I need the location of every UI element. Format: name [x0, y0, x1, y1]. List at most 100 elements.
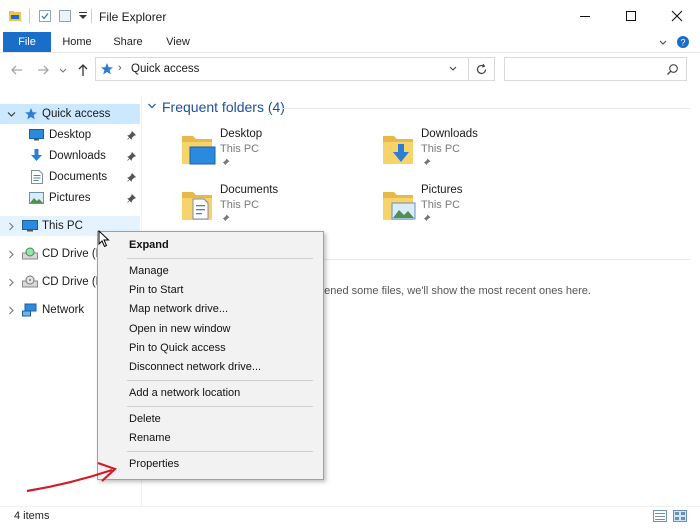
cd-drive-icon: [22, 247, 38, 260]
folder-name: Desktop: [220, 128, 263, 140]
large-icons-view-icon[interactable]: [673, 510, 687, 522]
nav-label: Desktop: [49, 129, 92, 141]
context-menu: Expand Manage Pin to Start Map network d…: [97, 231, 324, 480]
customize-qat-icon[interactable]: [76, 9, 90, 23]
pin-icon: [423, 214, 431, 222]
folder-tile-downloads[interactable]: Downloads This PC: [381, 128, 561, 178]
address-divider: [468, 58, 469, 80]
minimize-button[interactable]: [562, 0, 608, 32]
expand-chevron-down-icon[interactable]: [7, 110, 16, 119]
pin-icon[interactable]: [127, 152, 136, 161]
status-item-count: 4 items: [14, 510, 50, 522]
pictures-icon: [29, 192, 44, 204]
qat-divider: [29, 9, 30, 23]
download-arrow-icon: [31, 149, 42, 161]
group-collapse-chevron-icon[interactable]: [147, 101, 157, 111]
nav-item-downloads[interactable]: Downloads: [0, 146, 140, 166]
tab-share[interactable]: Share: [108, 32, 148, 52]
folder-location: This PC: [421, 199, 461, 211]
nav-label: Documents: [49, 171, 108, 183]
menu-item-delete[interactable]: Delete: [129, 413, 161, 425]
ribbon: File Home Share View ?: [0, 32, 700, 53]
desktop-icon: [29, 129, 44, 141]
menu-separator: [127, 406, 313, 407]
menu-item-pin-quick-access[interactable]: Pin to Quick access: [129, 342, 226, 354]
pin-icon[interactable]: [127, 131, 136, 140]
help-icon[interactable]: ?: [676, 35, 690, 49]
refresh-icon[interactable]: [475, 63, 488, 76]
expand-chevron-right-icon[interactable]: [7, 306, 16, 315]
expand-chevron-right-icon[interactable]: [7, 222, 16, 231]
status-bar: [0, 506, 700, 529]
details-view-icon[interactable]: [653, 510, 667, 522]
minimize-icon: [580, 16, 590, 17]
folder-location: This PC: [220, 199, 260, 211]
breadcrumb-chevron-icon[interactable]: ›: [118, 62, 122, 74]
frequent-folders-header[interactable]: Frequent folders (4): [162, 99, 285, 115]
address-path[interactable]: Quick access: [131, 63, 199, 75]
menu-separator: [127, 451, 313, 452]
close-button[interactable]: [654, 0, 700, 32]
pin-icon: [222, 158, 230, 166]
menu-item-pin-to-start[interactable]: Pin to Start: [129, 284, 183, 296]
quick-access-star-icon: [25, 108, 37, 120]
tab-file[interactable]: File: [3, 32, 51, 52]
menu-item-add-network-location[interactable]: Add a network location: [129, 387, 240, 399]
new-folder-icon[interactable]: [58, 9, 72, 23]
expand-ribbon-icon[interactable]: [657, 36, 669, 48]
svg-text:?: ?: [680, 38, 685, 48]
nav-item-desktop[interactable]: Desktop: [0, 125, 140, 145]
menu-item-disconnect-network-drive[interactable]: Disconnect network drive...: [129, 361, 261, 373]
forward-arrow-icon[interactable]: [36, 63, 50, 77]
address-bar[interactable]: › Quick access: [95, 57, 495, 81]
nav-item-pictures[interactable]: Pictures: [0, 188, 140, 208]
nav-label: Quick access: [42, 108, 111, 120]
tab-home[interactable]: Home: [58, 32, 96, 52]
expand-chevron-right-icon[interactable]: [7, 278, 16, 287]
folder-tile-pictures[interactable]: Pictures This PC: [381, 184, 561, 234]
nav-label: Network: [42, 304, 85, 316]
folder-downloads-icon: [383, 136, 413, 164]
network-icon: [22, 303, 37, 317]
menu-item-open-new-window[interactable]: Open in new window: [129, 323, 231, 335]
folder-tile-documents[interactable]: Documents This PC: [180, 184, 360, 234]
nav-label: Downloads: [49, 150, 106, 162]
quick-access-star-icon: [101, 63, 113, 75]
menu-separator: [127, 258, 313, 259]
pin-icon[interactable]: [127, 173, 136, 182]
up-arrow-icon[interactable]: [76, 63, 90, 77]
folder-name: Documents: [220, 184, 279, 196]
pin-icon[interactable]: [127, 194, 136, 203]
nav-label: Pictures: [49, 192, 91, 204]
pin-icon: [222, 214, 230, 222]
menu-item-rename[interactable]: Rename: [129, 432, 171, 444]
recent-files-header-line: [324, 259, 690, 260]
computer-icon: [22, 220, 38, 232]
folder-app-icon: [9, 11, 21, 21]
search-box[interactable]: [504, 57, 687, 81]
folder-name: Downloads: [421, 128, 478, 140]
recent-files-message: pened some files, we'll show the most re…: [318, 285, 591, 297]
recent-locations-icon[interactable]: [58, 65, 68, 75]
search-icon[interactable]: [666, 63, 679, 76]
nav-label: This PC: [42, 220, 83, 232]
expand-chevron-right-icon[interactable]: [7, 250, 16, 259]
address-dropdown-icon[interactable]: [448, 64, 458, 74]
menu-item-map-network-drive[interactable]: Map network drive...: [129, 303, 228, 315]
maximize-button[interactable]: [608, 0, 654, 32]
properties-check-icon[interactable]: [38, 9, 52, 23]
folder-tile-desktop[interactable]: Desktop This PC: [180, 128, 360, 178]
folder-location: This PC: [421, 143, 461, 155]
title-bar: File Explorer: [0, 0, 700, 32]
menu-item-expand[interactable]: Expand: [129, 239, 169, 251]
folder-documents-icon: [182, 192, 212, 220]
nav-item-documents[interactable]: Documents: [0, 167, 140, 187]
back-arrow-icon[interactable]: [10, 63, 24, 77]
nav-item-quick-access[interactable]: Quick access: [0, 104, 140, 124]
close-icon: [671, 10, 683, 22]
tab-view[interactable]: View: [160, 32, 196, 52]
annotation-arrow-icon: [26, 461, 118, 493]
menu-item-properties[interactable]: Properties: [129, 458, 179, 470]
menu-item-manage[interactable]: Manage: [129, 265, 169, 277]
document-icon: [31, 170, 43, 184]
